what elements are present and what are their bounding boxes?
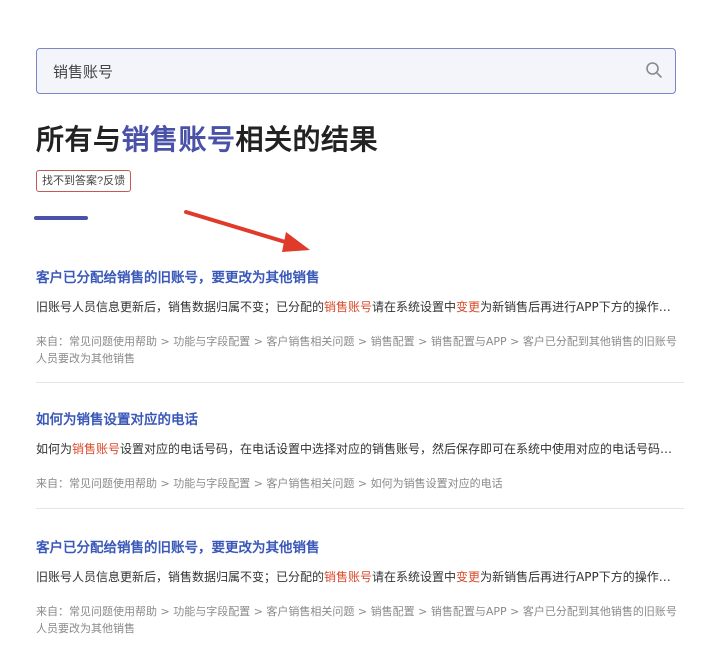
divider (36, 508, 684, 509)
page-title-suffix: 相关的结果 (235, 123, 379, 156)
snippet-text: 设置对应的电话号码，在电话设置中选择对应的销售账号， (120, 442, 433, 456)
result-title-link[interactable]: 客户已分配给销售的旧账号，要更改为其他销售 (36, 266, 684, 286)
result-breadcrumb: 来自：常见问题使用帮助 > 功能与字段配置 > 客户销售相关问题 > 销售配置 … (36, 605, 677, 635)
snippet-text: 为新销售后再进行APP下方的操作… (480, 570, 671, 584)
snippet-text: 请在系统设置中 (372, 300, 457, 314)
result-item: 客户已分配给销售的旧账号，要更改为其他销售 旧账号人员信息更新后，销售数据归属不… (36, 536, 684, 637)
snippet-keyword: 销售账号 (324, 300, 373, 314)
result-item: 如何为销售设置对应的电话 如何为销售账号设置对应的电话号码，在电话设置中选择对应… (36, 408, 684, 492)
result-snippet: 旧账号人员信息更新后，销售数据归属不变；已分配的销售账号请在系统设置中变更为新销… (36, 298, 684, 315)
snippet-keyword: 销售账号 (72, 442, 121, 456)
feedback-button[interactable]: 找不到答案?反馈 (36, 170, 132, 192)
page-title: 所有与销售账号相关的结果 (36, 118, 378, 158)
snippet-text: 如何为 (36, 442, 73, 456)
snippet-keyword: 变更 (456, 300, 481, 314)
search-results-page: 所有与销售账号相关的结果 找不到答案?反馈 客户已分配给销售的旧账号，要更改为其… (0, 0, 720, 652)
page-title-prefix: 所有与 (36, 123, 122, 156)
arrow-annotation-icon (184, 210, 310, 252)
result-item: 客户已分配给销售的旧账号，要更改为其他销售 旧账号人员信息更新后，销售数据归属不… (36, 266, 684, 367)
result-breadcrumb: 来自：常见问题使用帮助 > 功能与字段配置 > 客户销售相关问题 > 销售配置 … (36, 335, 677, 365)
snippet-text: 然后保存即可在系统中使用对应的电话号码… (432, 442, 673, 456)
search-input[interactable] (51, 49, 635, 94)
search-box (36, 48, 676, 94)
result-breadcrumb: 来自：常见问题使用帮助 > 功能与字段配置 > 客户销售相关问题 > 如何为销售… (36, 477, 503, 490)
snippet-text: 旧账号人员信息更新后，销售数据归属不变；已分配的 (36, 570, 325, 584)
tab-active-indicator (34, 216, 88, 220)
snippet-keyword: 销售账号 (324, 570, 373, 584)
snippet-text: 旧账号人员信息更新后，销售数据归属不变；已分配的 (36, 300, 325, 314)
search-icon[interactable] (645, 61, 663, 79)
snippet-keyword: 变更 (456, 570, 481, 584)
result-snippet: 旧账号人员信息更新后，销售数据归属不变；已分配的销售账号请在系统设置中变更为新销… (36, 568, 684, 585)
snippet-text: 为新销售后再进行APP下方的操作… (480, 300, 671, 314)
snippet-text: 请在系统设置中 (372, 570, 457, 584)
result-title-link[interactable]: 如何为销售设置对应的电话 (36, 408, 684, 428)
divider (36, 382, 684, 383)
result-title-link[interactable]: 客户已分配给销售的旧账号，要更改为其他销售 (36, 536, 684, 556)
page-title-keyword: 销售账号 (121, 123, 236, 156)
result-snippet: 如何为销售账号设置对应的电话号码，在电话设置中选择对应的销售账号，然后保存即可在… (36, 440, 684, 457)
